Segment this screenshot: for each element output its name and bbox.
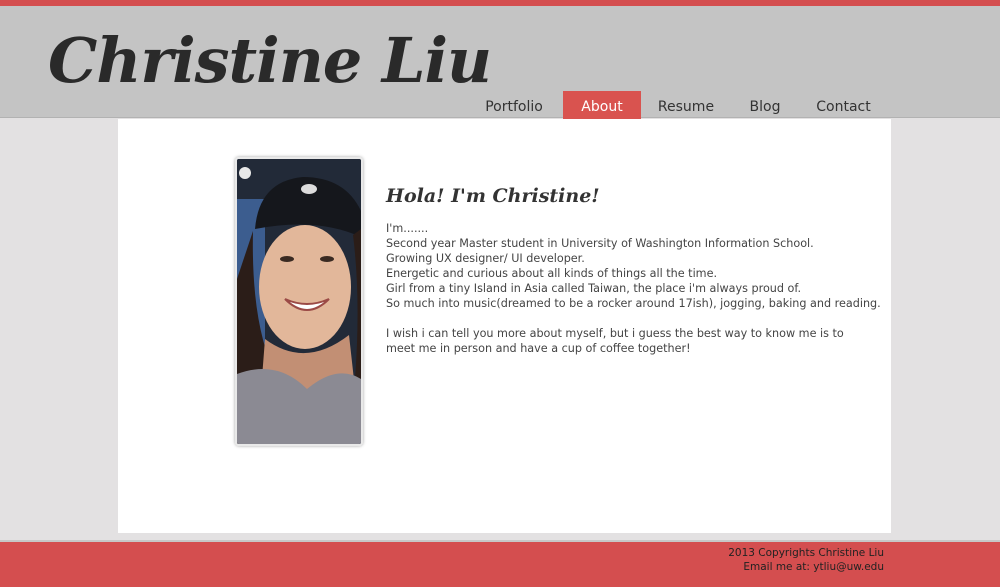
footer-text: 2013 Copyrights Christine Liu Email me a… [728,546,884,574]
nav-item-about-label: About [581,99,623,115]
about-content: Hola! I'm Christine! I'm....... Second y… [118,119,891,533]
site-footer: 2013 Copyrights Christine Liu Email me a… [0,540,1000,587]
footer-email[interactable]: Email me at: ytliu@uw.edu [728,560,884,574]
bio-line: Energetic and curious about all kinds of… [386,267,718,280]
bio-line: Second year Master student in University… [386,237,814,250]
profile-photo [235,157,363,446]
bio-line: So much into music(dreamed to be a rocke… [386,297,881,310]
bio-line: Growing UX designer/ UI developer. [386,252,585,265]
about-bio: I'm....... Second year Master student in… [386,221,881,356]
site-title[interactable]: Christine Liu [48,26,492,96]
bio-line: Girl from a tiny Island in Asia called T… [386,282,802,295]
site-header: Christine Liu Portfolio About Resume Blo… [0,6,1000,132]
bio-line: I'm....... [386,222,429,235]
footer-copyright: 2013 Copyrights Christine Liu [728,547,884,559]
about-greeting: Hola! I'm Christine! [386,185,600,207]
bio-closing: I wish i can tell you more about myself,… [386,327,844,355]
profile-photo-illustration [237,159,361,444]
